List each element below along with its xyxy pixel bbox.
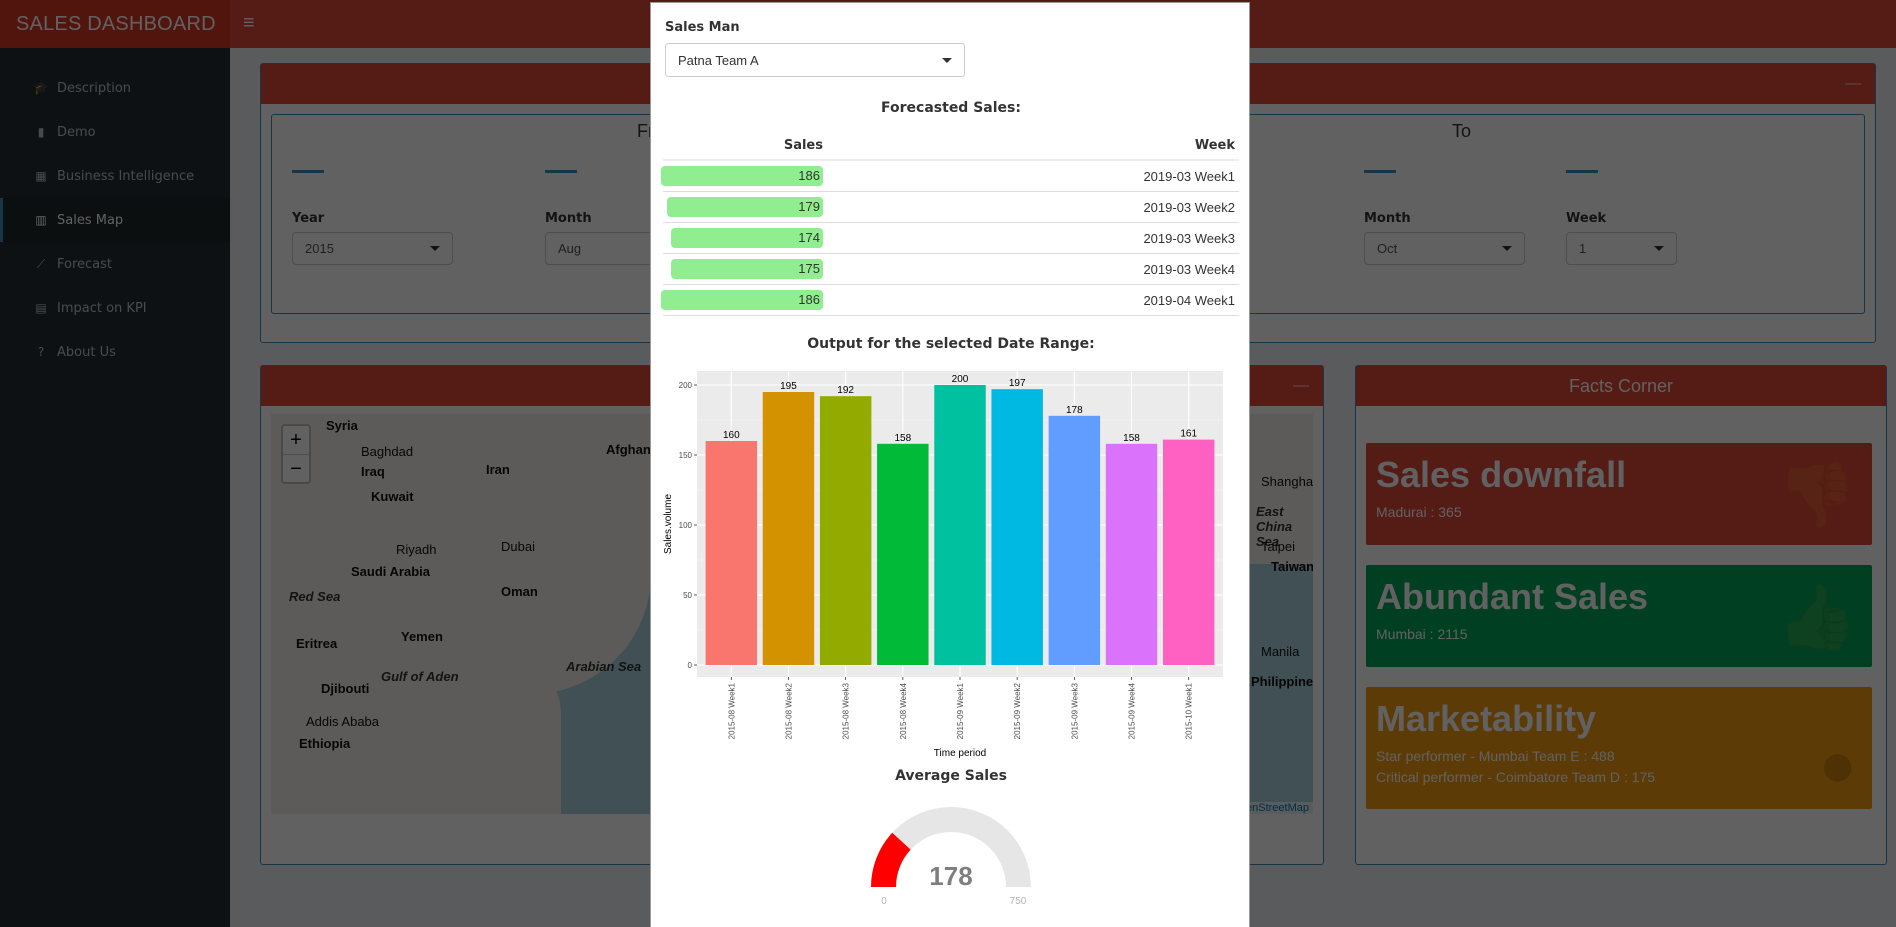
y-tick-label: 200 [679,381,693,390]
sales-cell: 174 [663,228,823,248]
sales-cell: 179 [663,197,823,217]
week-cell: 2019-03 Week1 [1143,168,1235,184]
sales-value: 186 [798,292,820,307]
bar-value-label: 160 [723,430,740,441]
week-cell: 2019-03 Week4 [1143,261,1235,277]
sales-value: 174 [798,230,820,245]
bar [1048,415,1101,665]
average-sales-title: Average Sales [895,768,1007,784]
forecast-row: 179 2019-03 Week2 [663,192,1239,223]
forecast-row: 186 2019-03 Week1 [661,161,1239,192]
chevron-down-icon [942,57,952,63]
x-axis-title: Time period [934,748,986,759]
forecast-row: 174 2019-03 Week3 [663,223,1239,254]
sales-cell: 175 [663,259,823,279]
column-header-sales: Sales [783,137,823,153]
bar [705,441,758,665]
x-tick-label: 2015-09 Week4 [1128,682,1137,739]
bar-value-label: 178 [1066,405,1083,416]
bar [934,385,986,665]
sales-cell: 186 [661,290,823,310]
week-cell: 2019-04 Week1 [1143,292,1235,308]
output-title: Output for the selected Date Range: [807,336,1095,352]
bar-value-label: 161 [1180,429,1197,440]
bar-value-label: 192 [837,385,854,396]
x-tick-label: 2015-09 Week2 [1013,682,1022,739]
average-sales-gauge: 178 0 750 [871,807,1031,907]
forecast-modal: Sales Man Patna Team A Forecasted Sales:… [650,2,1250,927]
bar [762,392,815,665]
forecast-row: 186 2019-04 Week1 [661,285,1239,316]
bar-value-label: 158 [1123,433,1140,444]
forecast-row: 175 2019-03 Week4 [663,254,1239,285]
week-cell: 2019-03 Week2 [1143,199,1235,215]
bar-value-label: 195 [780,381,797,392]
sales-volume-bar-chart: 0 50 100 150 200 160 2015-08 Week1 195 2015-08 W… [663,371,1223,759]
forecast-table-header: Sales Week [663,131,1239,161]
bar [819,396,872,665]
bar [1162,439,1215,665]
bar-value-label: 200 [952,374,969,385]
sales-cell: 186 [661,166,823,186]
sales-value: 179 [798,199,820,214]
x-tick-label: 2015-08 Week1 [727,682,736,739]
x-tick-label: 2015-09 Week3 [1070,682,1079,739]
gauge-value: 178 [929,861,972,891]
gauge-min-label: 0 [881,896,887,907]
x-tick-label: 2015-09 Week1 [956,682,965,739]
column-header-week: Week [1194,137,1235,153]
y-tick-label: 150 [679,451,693,460]
y-tick-label: 0 [688,661,693,670]
x-tick-label: 2015-08 Week3 [842,682,851,739]
x-tick-label: 2015-08 Week4 [899,682,908,739]
bar [1105,443,1158,665]
x-tick-label: 2015-10 Week1 [1185,682,1194,739]
bar-value-label: 158 [894,433,911,444]
forecast-table: Sales Week 186 2019-03 Week1 179 2019-03 We… [661,131,1239,316]
salesman-select[interactable]: Patna Team A [665,43,965,77]
salesman-label: Sales Man [665,20,740,35]
bar-value-label: 197 [1009,378,1026,389]
salesman-value: Patna Team A [678,52,759,68]
y-tick-label: 50 [683,591,692,600]
x-tick-label: 2015-08 Week2 [784,682,793,739]
bar [991,389,1043,665]
bar [877,443,929,665]
sales-value: 175 [798,261,820,276]
y-tick-label: 100 [679,521,693,530]
forecast-title: Forecasted Sales: [881,100,1021,116]
sales-value: 186 [798,168,820,183]
week-cell: 2019-03 Week3 [1143,230,1235,246]
y-axis-title: Sales.volume [663,494,674,554]
gauge-max-label: 750 [1010,896,1027,907]
